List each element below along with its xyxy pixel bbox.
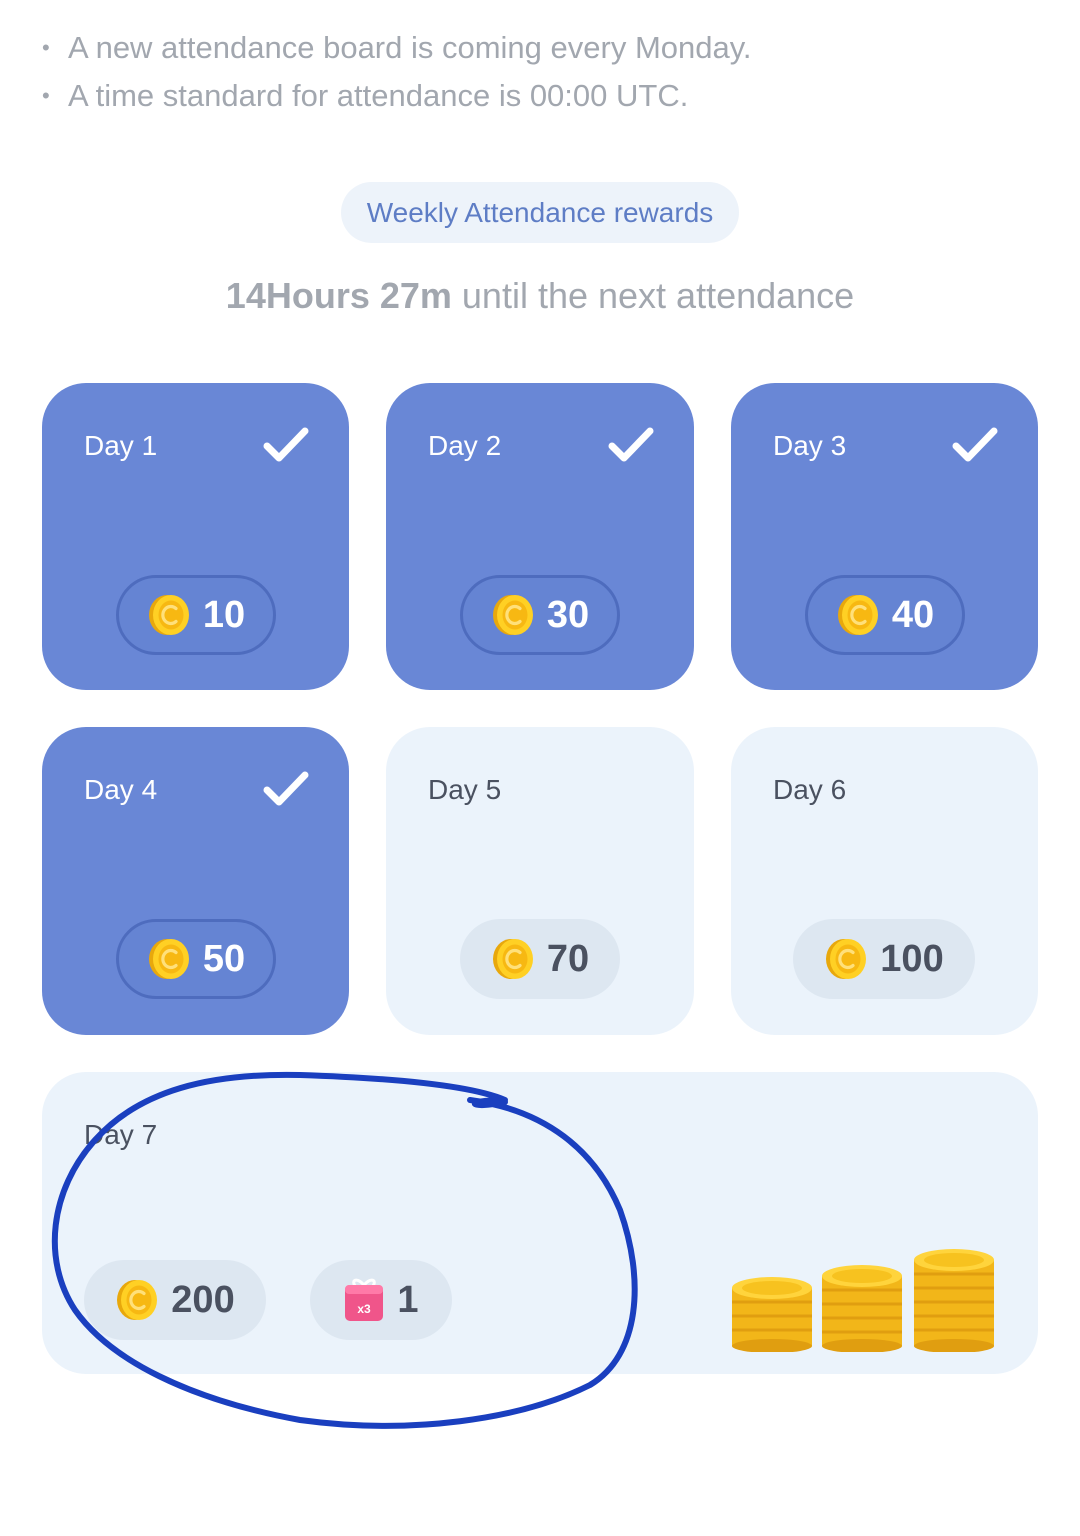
day-label: Day 5 [428, 774, 502, 805]
check-icon [263, 425, 309, 465]
countdown-time: 14Hours 27m [225, 275, 452, 316]
coin-icon [824, 937, 868, 981]
day-label: Day 3 [773, 430, 847, 461]
reward-amount: 70 [546, 938, 590, 980]
day-card-2[interactable]: Day 2 30 [386, 383, 694, 690]
coin-reward: 70 [460, 919, 620, 999]
coin-reward: 200 [84, 1260, 266, 1340]
coin-icon [491, 593, 535, 637]
day-card-7[interactable]: Day 7 200 x3 1 [42, 1072, 1038, 1374]
day-card-3[interactable]: Day 3 40 [731, 383, 1038, 690]
coin-reward: 40 [805, 575, 965, 655]
countdown-suffix: until the next attendance [451, 275, 855, 316]
day-card-6[interactable]: Day 6 100 [731, 727, 1038, 1035]
attendance-notes: • A new attendance board is coming every… [42, 24, 1042, 120]
check-icon [952, 425, 998, 465]
reward-amount: 10 [202, 594, 246, 636]
day-label: Day 6 [773, 774, 847, 805]
coin-icon [147, 937, 191, 981]
coin-icon [836, 593, 880, 637]
note-item: • A time standard for attendance is 00:0… [42, 72, 1042, 120]
day-label: Day 2 [428, 430, 502, 461]
day-card-4[interactable]: Day 4 50 [42, 727, 349, 1035]
coin-stacks-icon [732, 1249, 994, 1352]
countdown-text: 14Hours 27m until the next attendance [0, 270, 1080, 322]
day-label: Day 4 [84, 774, 158, 805]
ticket-reward: x3 1 [310, 1260, 452, 1340]
note-text: A new attendance board is coming every M… [68, 30, 752, 65]
gift-box-icon: x3 [345, 1278, 384, 1321]
coin-reward: 10 [116, 575, 276, 655]
weekly-rewards-title: Weekly Attendance rewards [341, 182, 739, 243]
coin-icon [491, 937, 535, 981]
reward-amount: 100 [880, 938, 944, 980]
note-item: • A new attendance board is coming every… [42, 24, 1042, 72]
day-card-5[interactable]: Day 5 70 [386, 727, 694, 1035]
coin-reward: 50 [116, 919, 276, 999]
coin-icon [147, 593, 191, 637]
reward-amount: 40 [891, 594, 935, 636]
coin-reward: 30 [460, 575, 620, 655]
reward-amount: 50 [202, 938, 246, 980]
check-icon [608, 425, 654, 465]
reward-amount: 30 [546, 594, 590, 636]
day-card-1[interactable]: Day 1 10 [42, 383, 349, 690]
check-icon [263, 769, 309, 809]
reward-amount: 1 [397, 1279, 419, 1321]
ticket-badge: x3 [358, 1302, 372, 1316]
reward-amount: 200 [171, 1279, 235, 1321]
note-text: A time standard for attendance is 00:00 … [68, 78, 689, 113]
day-label: Day 1 [84, 430, 158, 461]
coin-stack-medium [822, 1265, 902, 1352]
bullet-icon: • [42, 35, 50, 60]
coin-icon [115, 1278, 159, 1322]
bullet-icon: • [42, 83, 50, 108]
coin-stack-large [914, 1249, 994, 1352]
coin-stack-small [732, 1277, 812, 1352]
coin-reward: 100 [793, 919, 975, 999]
day-label: Day 7 [84, 1119, 158, 1150]
